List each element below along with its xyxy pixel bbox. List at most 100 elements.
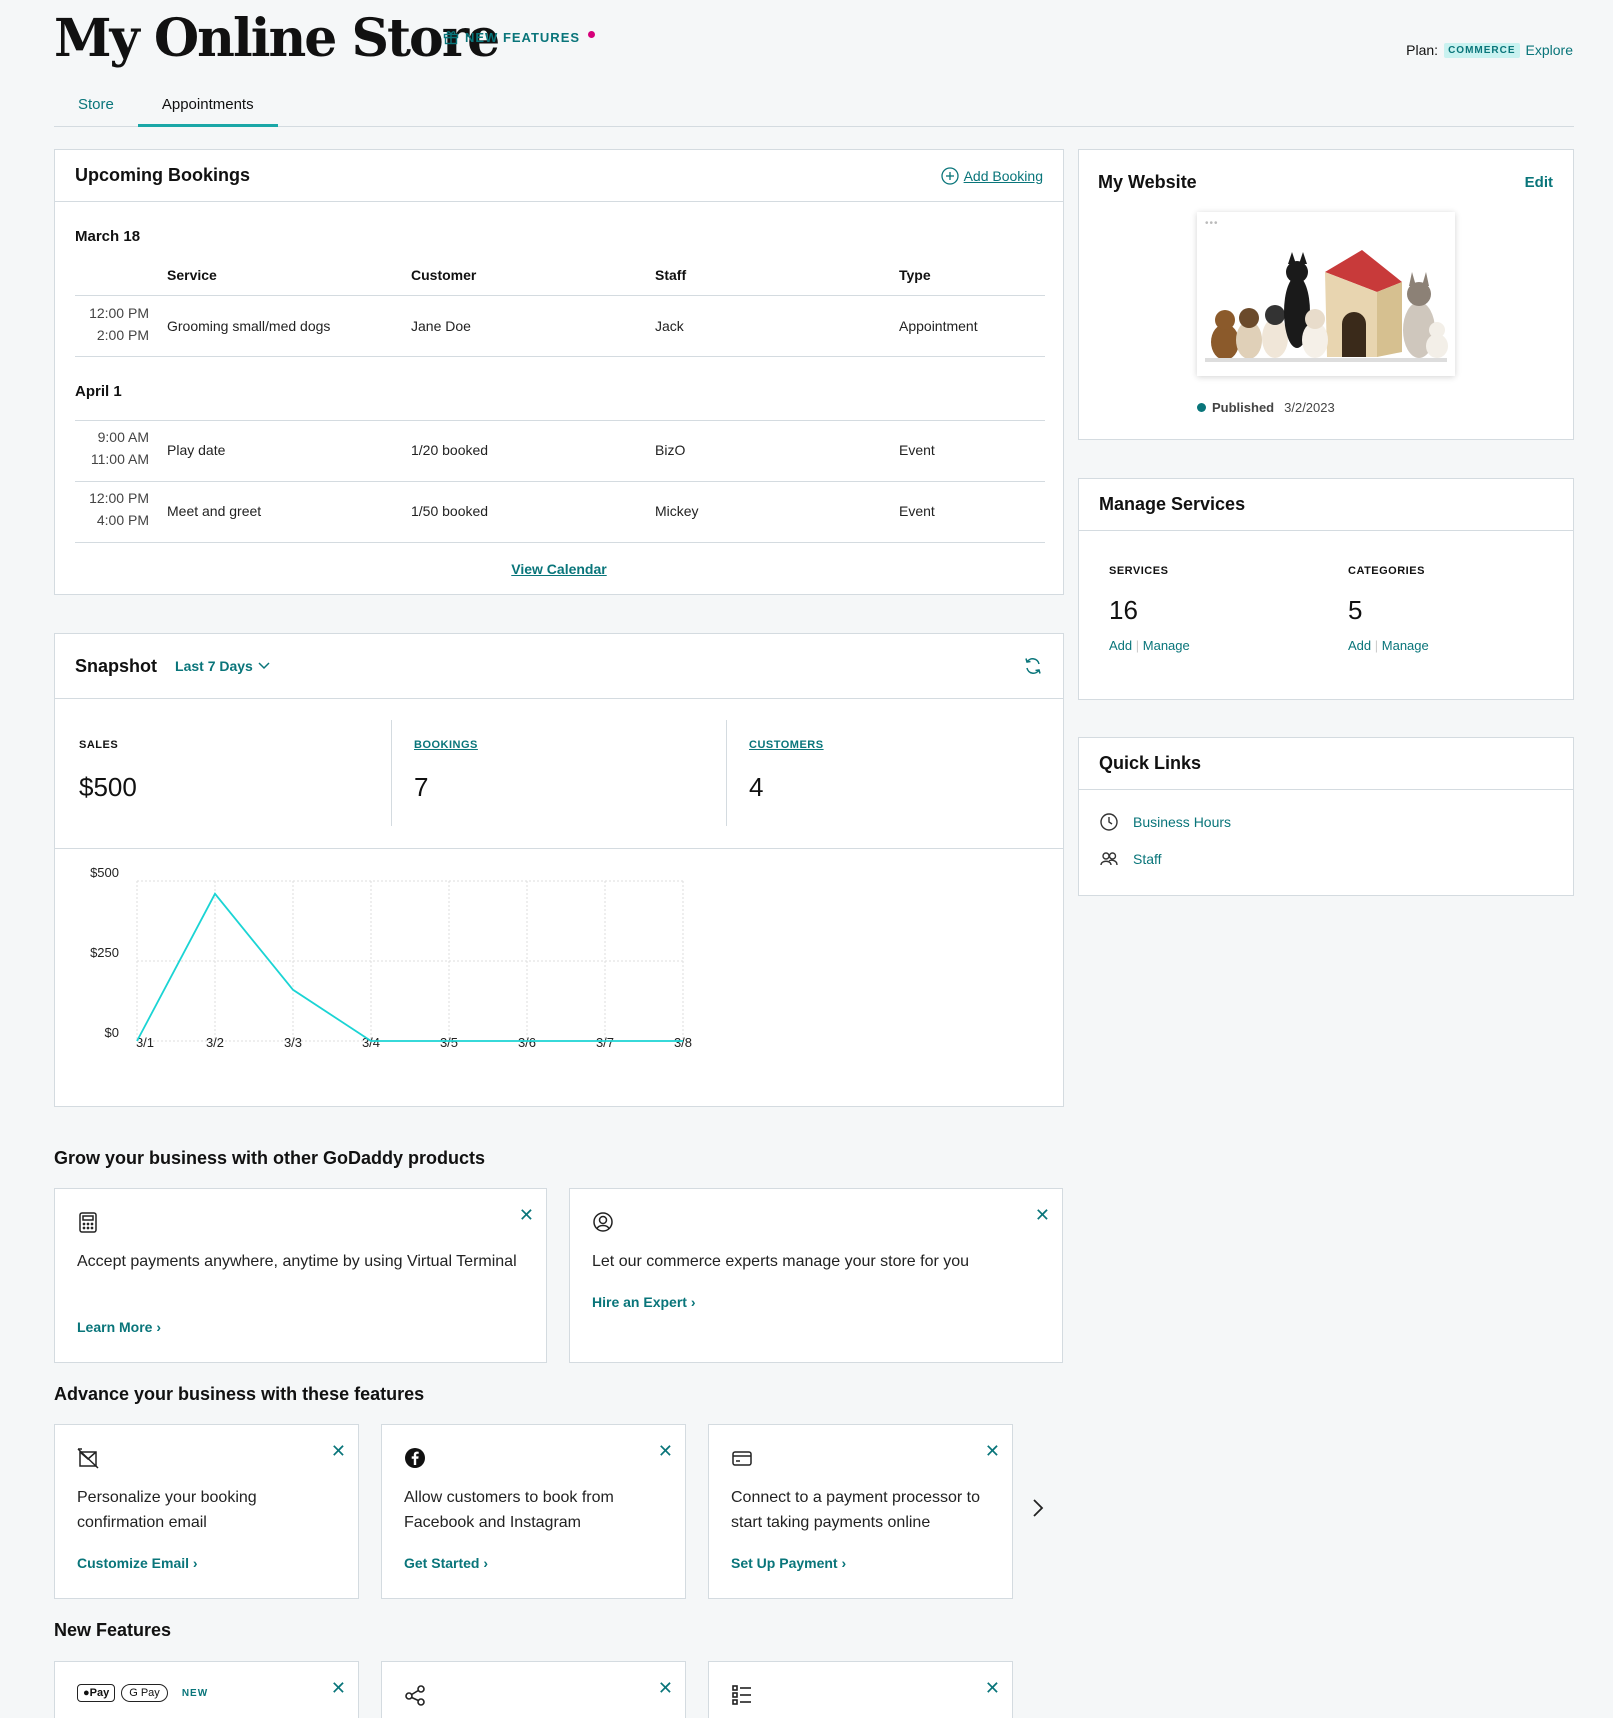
- apple-pay-badge: ●Pay: [77, 1684, 116, 1702]
- chevron-right-icon[interactable]: [1032, 1498, 1044, 1518]
- add-category-link[interactable]: Add: [1348, 638, 1371, 653]
- services-label: SERVICES: [1109, 565, 1169, 577]
- date-range-label: Last 7 Days: [175, 658, 253, 674]
- learn-more-link[interactable]: Learn More ›: [77, 1319, 161, 1335]
- promo-card: ✕ Let our commerce experts manage your s…: [569, 1188, 1063, 1363]
- explore-link[interactable]: Explore: [1526, 42, 1573, 58]
- row-staff: Mickey: [655, 503, 699, 519]
- close-icon[interactable]: ✕: [331, 1678, 346, 1699]
- booking-time: 9:00 AM 11:00 AM: [75, 426, 149, 470]
- add-booking-button[interactable]: Add Booking: [940, 166, 1043, 185]
- my-website-card: My Website Edit ••• Published 3/2/2023: [1078, 149, 1574, 440]
- row-type: Event: [899, 503, 935, 519]
- column-staff: Staff: [655, 267, 687, 283]
- booking-date: April 1: [75, 383, 122, 400]
- website-thumbnail[interactable]: •••: [1197, 212, 1455, 376]
- business-hours-label: Business Hours: [1133, 814, 1232, 830]
- upcoming-bookings-card: Upcoming Bookings Add Booking March 18 S…: [54, 149, 1064, 595]
- refresh-icon[interactable]: [1023, 656, 1043, 676]
- edit-website-link[interactable]: Edit: [1525, 174, 1553, 191]
- services-actions: Add | Manage: [1109, 638, 1190, 653]
- sales-value: $500: [79, 772, 137, 802]
- tab-store[interactable]: Store: [54, 86, 138, 127]
- customize-email-link[interactable]: Customize Email ›: [77, 1555, 198, 1571]
- close-icon[interactable]: ✕: [985, 1678, 1000, 1699]
- snapshot-title: Snapshot: [75, 655, 158, 676]
- promo-text: Personalize your booking confirmation em…: [77, 1489, 257, 1531]
- row-service: Play date: [167, 442, 226, 458]
- snapshot-header: Snapshot Last 7 Days: [55, 634, 1063, 699]
- x-tick-label: 3/6: [518, 1035, 536, 1050]
- get-started-link[interactable]: Get Started ›: [404, 1555, 488, 1571]
- bookings-link[interactable]: BOOKINGS: [414, 739, 478, 751]
- services-header: Manage Services: [1079, 479, 1573, 531]
- quick-links-title: Quick Links: [1099, 753, 1202, 773]
- promo-text: Connect to a payment processor to start …: [731, 1489, 981, 1531]
- people-icon: [1100, 852, 1118, 866]
- manage-categories-link[interactable]: Manage: [1382, 638, 1429, 653]
- x-tick-label: 3/3: [284, 1035, 302, 1050]
- set-up-payment-link[interactable]: Set Up Payment ›: [731, 1555, 846, 1571]
- divider: [75, 356, 1045, 357]
- close-icon[interactable]: ✕: [658, 1441, 673, 1462]
- end-time: 11:00 AM: [90, 451, 149, 467]
- user-circle-icon: [593, 1212, 613, 1232]
- tab-bar: Store Appointments: [54, 86, 1574, 127]
- end-time: 2:00 PM: [96, 327, 149, 343]
- close-icon[interactable]: ✕: [1035, 1205, 1050, 1226]
- sales-label: SALES: [79, 739, 119, 751]
- plus-circle-icon: [940, 166, 959, 185]
- chevron-down-icon: [258, 662, 270, 670]
- promo-text: Allow customers to book from Facebook an…: [404, 1489, 614, 1531]
- column-customer: Customer: [411, 267, 477, 283]
- published-date: 3/2/2023: [1284, 400, 1335, 415]
- divider: [391, 720, 392, 826]
- manage-services-card: Manage Services SERVICES 16 Add | Manage…: [1078, 478, 1574, 700]
- tab-appointments[interactable]: Appointments: [137, 86, 278, 127]
- x-tick-label: 3/5: [440, 1035, 458, 1050]
- row-type: Appointment: [899, 318, 978, 334]
- services-title: Manage Services: [1099, 494, 1246, 514]
- customers-link[interactable]: CUSTOMERS: [749, 739, 824, 751]
- close-icon[interactable]: ✕: [519, 1205, 534, 1226]
- email-off-icon: [77, 1448, 99, 1469]
- manage-services-link[interactable]: Manage: [1143, 638, 1190, 653]
- new-features-link[interactable]: NEW FEATURES: [443, 29, 596, 45]
- share-icon: [405, 1685, 425, 1706]
- divider: [726, 720, 727, 826]
- date-range-dropdown[interactable]: Last 7 Days: [175, 658, 270, 674]
- row-customer: 1/50 booked: [411, 503, 489, 519]
- row-customer: Jane Doe: [411, 318, 471, 334]
- hire-expert-link[interactable]: Hire an Expert ›: [592, 1294, 695, 1310]
- categories-label: CATEGORIES: [1348, 565, 1425, 577]
- row-service: Meet and greet: [167, 503, 262, 519]
- close-icon[interactable]: ✕: [331, 1441, 346, 1462]
- row-staff: BizO: [655, 442, 686, 458]
- promo-card: ✕: [381, 1661, 686, 1718]
- close-icon[interactable]: ✕: [658, 1678, 673, 1699]
- categories-value: 5: [1348, 595, 1363, 625]
- x-tick-label: 3/2: [206, 1035, 224, 1050]
- website-title: My Website: [1098, 172, 1197, 192]
- divider: [75, 542, 1045, 543]
- customers-value: 4: [749, 772, 764, 802]
- close-icon[interactable]: ✕: [985, 1441, 1000, 1462]
- y-tick-label: $500: [90, 865, 119, 880]
- quick-link-staff[interactable]: Staff: [1099, 849, 1162, 869]
- bookings-title: Upcoming Bookings: [75, 165, 250, 185]
- sales-chart: $500$250$03/1 3/2 3/3 3/4 3/5 3/6 3/7 3/8: [90, 865, 692, 1050]
- divider: [75, 420, 1045, 421]
- quick-links-header: Quick Links: [1079, 738, 1573, 790]
- plan-label: Plan:: [1406, 42, 1439, 58]
- categories-stat: CATEGORIES 5 Add | Manage: [1348, 565, 1429, 653]
- separator: |: [1374, 638, 1382, 653]
- add-service-link[interactable]: Add: [1109, 638, 1132, 653]
- notification-dot: [588, 30, 596, 38]
- page-title: My Online Store: [54, 8, 500, 69]
- google-pay-badge: G Pay: [121, 1684, 168, 1702]
- apple-icon: ●: [83, 1687, 90, 1699]
- quick-link-business-hours[interactable]: Business Hours: [1099, 812, 1231, 832]
- new-features-label: NEW FEATURES: [465, 29, 581, 45]
- promo-card: ✕ Personalize your booking confirmation …: [54, 1424, 359, 1599]
- view-calendar-link[interactable]: View Calendar: [55, 561, 1063, 577]
